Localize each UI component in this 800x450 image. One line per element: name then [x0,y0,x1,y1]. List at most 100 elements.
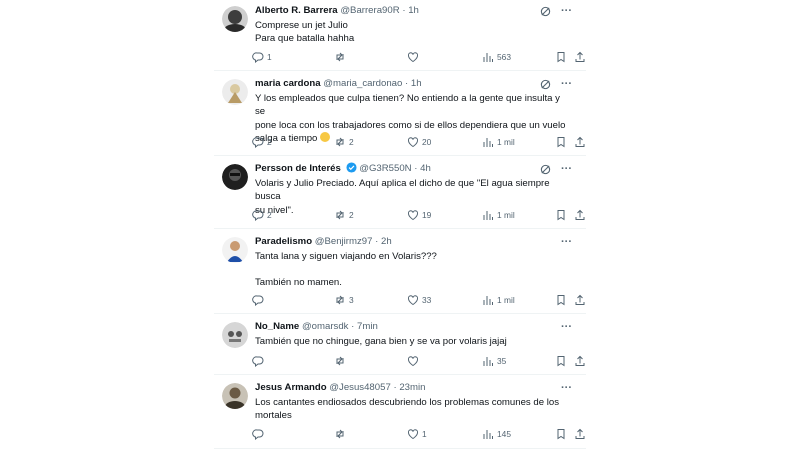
share-button[interactable] [574,50,586,64]
author-name[interactable]: Alberto R. Barrera [255,5,338,16]
tweet-text: Tanta lana y siguen viajando en Volaris?… [255,250,568,290]
reply-button[interactable]: 2 [252,208,272,222]
author-name[interactable]: Paradelismo [255,236,312,247]
views-count: 563 [497,52,511,62]
grok-icon[interactable] [540,164,551,175]
share-icon [575,294,585,305]
like-button[interactable] [407,50,422,64]
repost-button[interactable]: 2 [334,208,354,222]
timestamp[interactable]: 4h [420,163,431,174]
share-button[interactable] [574,135,586,149]
reply-count: 2 [267,137,272,147]
author-handle[interactable]: @G3R550N [359,163,411,174]
more-icon[interactable]: ··· [561,237,572,248]
reply-feed: Alberto R. Barrera @Barrera90R · 1h ··· … [214,0,586,450]
author-handle[interactable]: @omarsdk [302,321,349,332]
avatar[interactable] [222,79,248,105]
author-name[interactable]: Persson de Interés [255,163,341,174]
like-button[interactable]: 1 [407,427,427,441]
share-icon [575,51,585,62]
more-icon[interactable]: ··· [561,383,572,394]
repost-button[interactable] [334,427,349,441]
share-button[interactable] [574,354,586,368]
author-handle[interactable]: @Barrera90R [340,5,399,16]
tweet-line: Volaris y Julio Preciado. Aquí aplica el… [255,178,550,203]
grok-icon[interactable] [540,79,551,90]
like-button[interactable]: 20 [407,135,431,149]
tweet-header: Alberto R. Barrera @Barrera90R · 1h [255,4,586,18]
like-button[interactable]: 19 [407,208,431,222]
dot-separator: · [405,78,409,89]
like-button[interactable]: 33 [407,293,431,307]
repost-icon [336,295,344,305]
avatar[interactable] [222,164,248,190]
views-button[interactable]: 1 mil [482,293,515,307]
author-handle[interactable]: @maria_cardonao [323,78,402,89]
more-icon[interactable]: ··· [561,322,572,333]
reply-button[interactable]: 1 [252,50,272,64]
share-button[interactable] [574,208,586,222]
share-button[interactable] [574,427,586,441]
views-button[interactable]: 35 [482,354,506,368]
author-name[interactable]: No_Name [255,321,299,332]
reply-tweet[interactable]: Alberto R. Barrera @Barrera90R · 1h ··· … [214,0,586,71]
avatar[interactable] [222,383,248,409]
reply-icon [252,137,264,148]
timestamp[interactable]: 7min [357,321,378,332]
author-handle[interactable]: @Jesus48057 [329,382,390,393]
tweet-actions: 1 145 [252,427,585,441]
repost-button[interactable]: 2 [334,135,354,149]
views-count: 1 mil [497,210,515,220]
reply-button[interactable] [252,293,267,307]
reply-count: 1 [267,52,272,62]
like-button[interactable] [407,354,422,368]
reply-tweet[interactable]: Paradelismo @Benjirmz97 · 2h ··· Tanta l… [214,231,586,314]
reply-icon [252,210,264,221]
avatar[interactable] [222,322,248,348]
reply-tweet[interactable]: No_Name @omarsdk · 7min ··· También que … [214,316,586,375]
reply-tweet[interactable]: Jesus Armando @Jesus48057 · 23min ··· Lo… [214,377,586,449]
views-count: 35 [497,356,507,366]
grok-icon[interactable] [540,6,551,17]
repost-icon [336,356,344,366]
bookmark-button[interactable] [555,50,567,64]
tweet-actions: 35 [252,354,585,368]
reply-button[interactable] [252,354,267,368]
tweet-line: También no mamen. [255,277,342,289]
timestamp[interactable]: 1h [411,78,422,89]
reply-button[interactable]: 2 [252,135,272,149]
repost-button[interactable]: 3 [334,293,354,307]
reply-button[interactable] [252,427,267,441]
author-handle[interactable]: @Benjirmz97 [315,236,373,247]
bookmark-button[interactable] [555,427,567,441]
views-button[interactable]: 1 mil [482,135,515,149]
avatar[interactable] [222,237,248,263]
views-button[interactable]: 1 mil [482,208,515,222]
reply-icon [252,356,264,367]
bookmark-button[interactable] [555,293,567,307]
views-button[interactable]: 145 [482,427,511,441]
author-name[interactable]: maria cardona [255,78,321,89]
avatar[interactable] [222,6,248,32]
views-button[interactable]: 563 [482,50,511,64]
views-count: 1 mil [497,137,515,147]
bookmark-button[interactable] [555,208,567,222]
reply-tweet[interactable]: Persson de Interés @G3R550N · 4h ··· Vol… [214,158,586,229]
dot-separator: · [393,382,397,393]
bookmark-button[interactable] [555,135,567,149]
tweet-text: Los cantantes endiosados descubriendo lo… [255,396,568,423]
repost-button[interactable] [334,50,349,64]
repost-icon [336,429,344,439]
bookmark-button[interactable] [555,354,567,368]
more-icon[interactable]: ··· [561,79,572,90]
more-icon[interactable]: ··· [561,164,572,175]
timestamp[interactable]: 2h [381,236,392,247]
timestamp[interactable]: 23min [399,382,425,393]
author-name[interactable]: Jesus Armando [255,382,327,393]
share-button[interactable] [574,293,586,307]
more-icon[interactable]: ··· [561,6,572,17]
tweet-line: Y los empleados que culpa tienen? No ent… [255,93,560,118]
timestamp[interactable]: 1h [408,5,419,16]
repost-button[interactable] [334,354,349,368]
reply-tweet[interactable]: maria cardona @maria_cardonao · 1h ··· Y… [214,73,586,156]
